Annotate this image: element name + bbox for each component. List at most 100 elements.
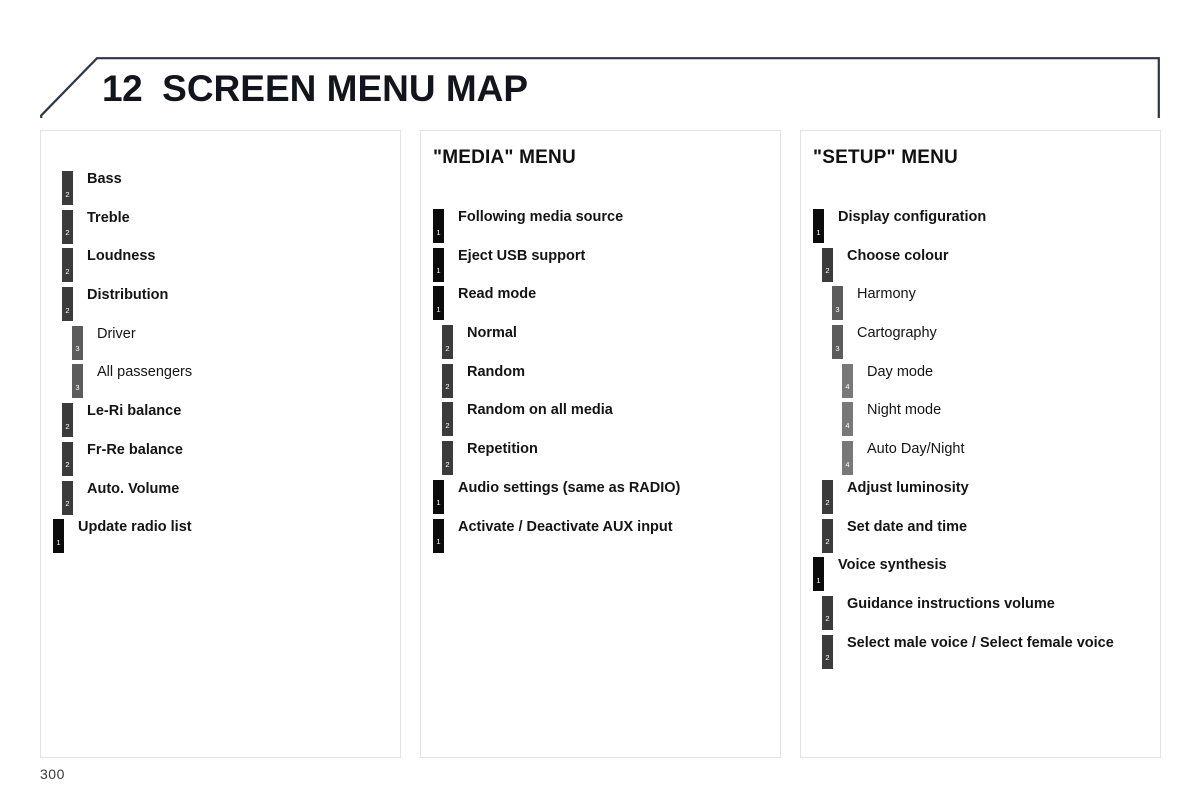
level-marker: 2 xyxy=(62,480,73,515)
level-marker: 2 xyxy=(442,441,453,476)
menu-item[interactable]: 4 Day mode xyxy=(801,363,1160,403)
menu-item-label: Le-Ri balance xyxy=(87,403,182,420)
menu-item-label: Activate / Deactivate AUX input xyxy=(458,518,673,535)
menu-item-label: Fr-Re balance xyxy=(87,441,183,458)
menu-item-label: All passengers xyxy=(97,364,193,381)
menu-item-label: Harmony xyxy=(857,286,916,303)
menu-panel-media: "MEDIA" MENU 1 Following media source 1 … xyxy=(420,130,781,758)
menu-item[interactable]: 1 Update radio list xyxy=(41,519,400,558)
menu-item-label: Random on all media xyxy=(467,402,613,419)
level-marker: 2 xyxy=(62,209,73,244)
level-marker: 2 xyxy=(62,287,73,322)
menu-item[interactable]: 2 Select male voice / Select female voic… xyxy=(801,634,1160,674)
level-marker: 2 xyxy=(62,441,73,476)
menu-item-list-2: 1 Display configuration 2 Choose colour … xyxy=(801,209,1160,673)
level-marker: 1 xyxy=(53,519,64,554)
menu-item[interactable]: 2 Le-Ri balance xyxy=(41,403,400,442)
menu-item-label: Random xyxy=(467,363,525,380)
menu-item[interactable]: 2 Distribution xyxy=(41,287,400,326)
level-marker: 2 xyxy=(62,248,73,283)
level-marker: 2 xyxy=(822,595,833,630)
menu-item[interactable]: 2 Fr-Re balance xyxy=(41,441,400,481)
level-marker: 2 xyxy=(822,518,833,553)
level-marker: 3 xyxy=(72,325,83,360)
menu-item[interactable]: 3 Driver xyxy=(41,325,400,365)
menu-item[interactable]: 4 Auto Day/Night xyxy=(801,441,1160,480)
menu-item[interactable]: 1 Read mode xyxy=(421,286,780,325)
level-marker: 1 xyxy=(433,247,444,282)
menu-item[interactable]: 2 Adjust luminosity xyxy=(801,479,1160,519)
menu-item-label: Night mode xyxy=(867,402,942,419)
menu-item[interactable]: 3 Cartography xyxy=(801,325,1160,364)
menu-item[interactable]: 2 Auto. Volume xyxy=(41,480,400,520)
chapter-number: 12 xyxy=(102,67,143,109)
level-marker: 1 xyxy=(433,479,444,514)
level-marker: 2 xyxy=(822,247,833,282)
menu-item-label: Audio settings (same as RADIO) xyxy=(458,479,681,496)
menu-item[interactable]: 2 Normal xyxy=(421,325,780,364)
level-marker: 1 xyxy=(433,286,444,321)
menu-item[interactable]: 3 All passengers xyxy=(41,364,400,403)
level-marker: 4 xyxy=(842,363,853,398)
level-marker: 4 xyxy=(842,441,853,476)
menu-item[interactable]: 2 Random xyxy=(421,363,780,403)
menu-item[interactable]: 2 Treble xyxy=(41,209,400,249)
panel-title-media: "MEDIA" MENU xyxy=(433,147,576,168)
level-marker: 3 xyxy=(832,325,843,360)
menu-item[interactable]: 1 Eject USB support xyxy=(421,247,780,287)
menu-item[interactable]: 2 Set date and time xyxy=(801,518,1160,558)
menu-item-label: Auto Day/Night xyxy=(867,441,965,458)
banner-text-group: 12 SCREEN MENU MAP xyxy=(102,57,528,119)
menu-item[interactable]: 1 Voice synthesis xyxy=(801,557,1160,596)
menu-item-label: Update radio list xyxy=(78,519,192,536)
menu-item-label: Loudness xyxy=(87,248,156,265)
menu-item-label: Cartography xyxy=(857,325,937,342)
menu-item-label: Bass xyxy=(87,171,122,187)
level-marker: 2 xyxy=(822,479,833,514)
menu-item[interactable]: 1 Activate / Deactivate AUX input xyxy=(421,518,780,558)
menu-item-label: Following media source xyxy=(458,209,624,225)
menu-item[interactable]: 2 Guidance instructions volume xyxy=(801,595,1160,635)
level-marker: 3 xyxy=(832,286,843,321)
menu-item[interactable]: 1 Display configuration xyxy=(801,209,1160,248)
menu-item[interactable]: 2 Bass xyxy=(41,171,400,210)
menu-item[interactable]: 2 Loudness xyxy=(41,248,400,287)
menu-item-list-1: 1 Following media source 1 Eject USB sup… xyxy=(421,209,780,557)
menu-item-list-0: 2 Bass 2 Treble 2 Loudness 2 Distributio… xyxy=(41,171,400,558)
menu-item[interactable]: 1 Audio settings (same as RADIO) xyxy=(421,479,780,519)
menu-item-label: Voice synthesis xyxy=(838,557,947,574)
menu-item-label: Day mode xyxy=(867,363,934,380)
chapter-banner: 12 SCREEN MENU MAP xyxy=(40,57,1160,119)
menu-item[interactable]: 2 Random on all media xyxy=(421,402,780,441)
panel-title-setup: "SETUP" MENU xyxy=(813,147,958,168)
page-title: SCREEN MENU MAP xyxy=(162,67,529,109)
menu-item-label: Auto. Volume xyxy=(87,480,180,497)
menu-columns: 2 Bass 2 Treble 2 Loudness 2 Distributio… xyxy=(40,130,1161,758)
menu-item[interactable]: 4 Night mode xyxy=(801,402,1160,441)
menu-item-label: Guidance instructions volume xyxy=(847,595,1055,612)
level-marker: 4 xyxy=(842,402,853,437)
level-marker: 2 xyxy=(442,325,453,360)
menu-item[interactable]: 2 Choose colour xyxy=(801,247,1160,287)
level-marker: 2 xyxy=(442,363,453,398)
menu-item-label: Eject USB support xyxy=(458,247,586,264)
menu-item-label: Repetition xyxy=(467,441,538,458)
level-marker: 2 xyxy=(442,402,453,437)
menu-item-label: Set date and time xyxy=(847,518,968,535)
menu-item-label: Read mode xyxy=(458,286,537,303)
level-marker: 3 xyxy=(72,364,83,399)
page-number: 300 xyxy=(40,766,65,782)
level-marker: 1 xyxy=(433,518,444,553)
menu-item-label: Select male voice / Select female voice xyxy=(847,634,1114,651)
level-marker: 2 xyxy=(822,634,833,669)
menu-item[interactable]: 1 Following media source xyxy=(421,209,780,248)
menu-item-label: Adjust luminosity xyxy=(847,479,969,496)
level-marker: 1 xyxy=(813,209,824,243)
menu-item[interactable]: 2 Repetition xyxy=(421,441,780,480)
menu-item-label: Distribution xyxy=(87,287,169,304)
menu-item-label: Treble xyxy=(87,209,130,226)
menu-item-label: Display configuration xyxy=(838,209,987,225)
menu-panel-setup: "SETUP" MENU 1 Display configuration 2 C… xyxy=(800,130,1161,758)
level-marker: 2 xyxy=(62,403,73,438)
menu-item[interactable]: 3 Harmony xyxy=(801,286,1160,325)
